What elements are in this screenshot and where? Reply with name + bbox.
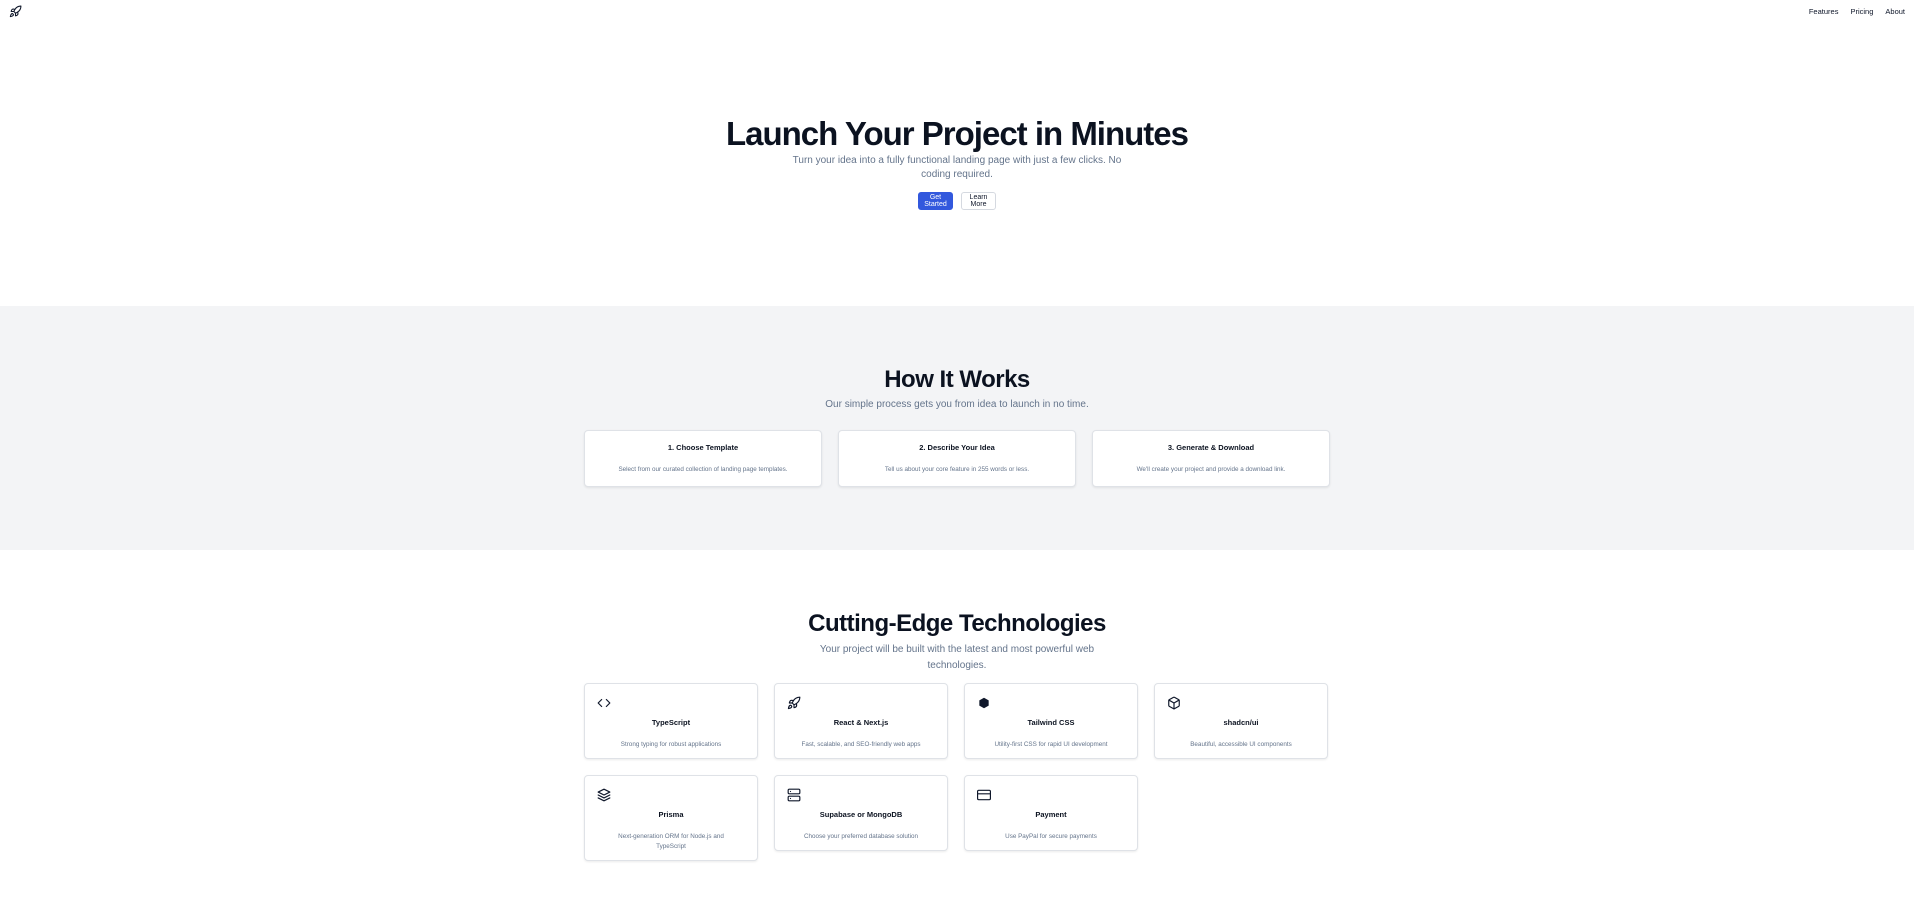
steps-list: 1. Choose Template Select from our curat…	[584, 430, 1330, 487]
tech-card-tailwind: Tailwind CSS Utility-first CSS for rapid…	[964, 683, 1138, 759]
step-title: 2. Describe Your Idea	[919, 443, 995, 452]
tech-card-shadcn: shadcn/ui Beautiful, accessible UI compo…	[1154, 683, 1328, 759]
tech-description: Use PayPal for secure payments	[1005, 833, 1097, 840]
main-nav: Features Pricing About	[1809, 7, 1905, 16]
tech-card-prisma: Prisma Next-generation ORM for Node.js a…	[584, 775, 758, 861]
tech-description: Utility-first CSS for rapid UI developme…	[994, 741, 1108, 748]
tech-card-payment: Payment Use PayPal for secure payments	[964, 775, 1138, 851]
section-subtitle: Our simple process gets you from idea to…	[825, 399, 1089, 410]
box-icon	[1167, 696, 1181, 710]
site-header: Features Pricing About	[0, 0, 1914, 24]
tech-description: Beautiful, accessible UI components	[1190, 741, 1292, 748]
nav-features-link[interactable]: Features	[1809, 7, 1839, 16]
tech-title: React & Next.js	[833, 718, 889, 727]
tech-description: Choose your preferred database solution	[803, 833, 919, 840]
tech-title: shadcn/ui	[1223, 718, 1259, 727]
tech-description: Next-generation ORM for Node.js and Type…	[618, 833, 724, 850]
tech-title: Payment	[1035, 810, 1067, 819]
tech-title: Prisma	[658, 810, 684, 819]
hero-subtitle: Turn your idea into a fully functional l…	[792, 155, 1122, 180]
section-title: Cutting-Edge Technologies	[808, 610, 1106, 637]
nav-about-link[interactable]: About	[1885, 7, 1905, 16]
rocket-icon	[787, 696, 801, 710]
hero-buttons: Get Started Learn More	[0, 192, 1914, 210]
tech-title: TypeScript	[651, 718, 691, 727]
tech-card-react: React & Next.js Fast, scalable, and SEO-…	[774, 683, 948, 759]
hexagon-icon	[977, 696, 991, 710]
hero-title: Launch Your Project in Minutes	[725, 115, 1189, 152]
hero-section: Launch Your Project in Minutes Turn your…	[0, 24, 1914, 306]
step-card: 1. Choose Template Select from our curat…	[584, 430, 822, 487]
get-started-button[interactable]: Get Started	[918, 192, 953, 210]
tech-description: Strong typing for robust applications	[620, 741, 722, 748]
step-card: 3. Generate & Download We'll create your…	[1092, 430, 1330, 487]
learn-more-button[interactable]: Learn More	[961, 192, 996, 210]
tech-title: Supabase or MongoDB	[819, 810, 903, 819]
technology-grid: TypeScript Strong typing for robust appl…	[584, 683, 1329, 861]
step-title: 3. Generate & Download	[1167, 443, 1255, 452]
technologies-section: Cutting-Edge Technologies Your project w…	[0, 550, 1914, 924]
nav-pricing-link[interactable]: Pricing	[1850, 7, 1873, 16]
step-card: 2. Describe Your Idea Tell us about your…	[838, 430, 1076, 487]
step-description: We'll create your project and provide a …	[1136, 466, 1286, 473]
tech-card-typescript: TypeScript Strong typing for robust appl…	[584, 683, 758, 759]
section-subtitle: Your project will be built with the late…	[819, 644, 1095, 671]
step-description: Select from our curated collection of la…	[618, 466, 788, 473]
section-title: How It Works	[884, 366, 1030, 393]
code-icon	[597, 696, 611, 710]
step-title: 1. Choose Template	[667, 443, 739, 452]
rocket-icon[interactable]	[9, 5, 22, 18]
layers-icon	[597, 788, 611, 802]
credit-card-icon	[977, 788, 991, 802]
how-it-works-section: How It Works Our simple process gets you…	[0, 306, 1914, 550]
tech-card-database: Supabase or MongoDB Choose your preferre…	[774, 775, 948, 851]
server-icon	[787, 788, 801, 802]
tech-title: Tailwind CSS	[1027, 718, 1075, 727]
tech-description: Fast, scalable, and SEO-friendly web app…	[801, 741, 921, 748]
step-description: Tell us about your core feature in 255 w…	[884, 466, 1030, 473]
